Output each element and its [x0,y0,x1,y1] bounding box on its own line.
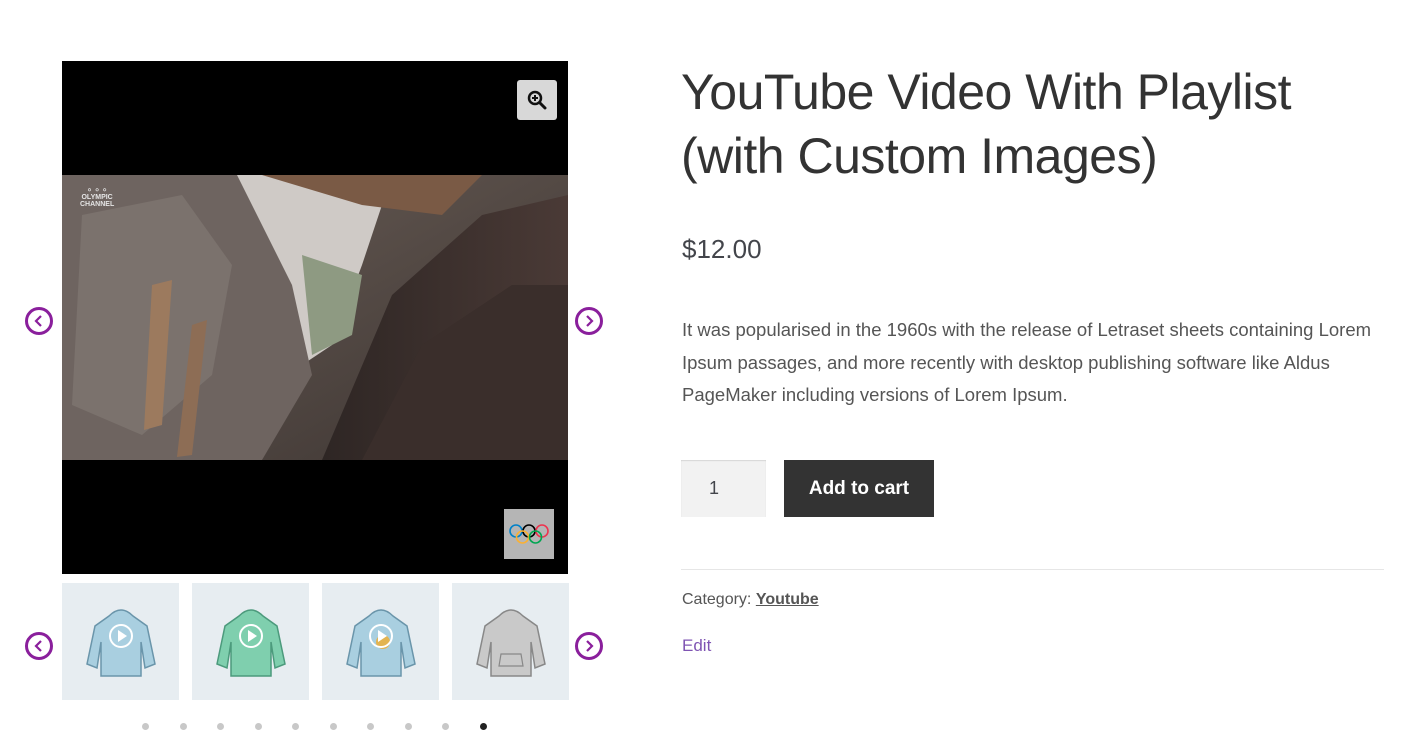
zoom-button[interactable] [517,80,557,120]
gallery-next-button[interactable] [575,307,603,335]
watermark-line-2: CHANNEL [80,201,115,208]
pagination-dot-8[interactable] [404,723,412,730]
olympic-rings-small-icon: ⚬⚬⚬ [85,185,109,195]
product-price: $12.00 [682,234,762,264]
pagination-dot-6[interactable] [329,723,337,730]
product-title: YouTube Video With Playlist (with Custom… [681,64,1292,184]
pagination-dot-3[interactable] [217,723,224,730]
channel-watermark: ⚬⚬⚬ OLYMPIC CHANNEL [80,185,115,209]
pagination-dot-10[interactable] [479,723,487,730]
video-frame[interactable]: ⚬⚬⚬ OLYMPIC CHANNEL [62,175,568,460]
watermark-line-1: OLYMPIC [81,194,113,201]
gallery-prev-button[interactable] [25,307,53,335]
video-channel-logo[interactable] [504,509,554,559]
pagination-dot-5[interactable] [292,723,299,730]
rock-canyon-scene [62,175,568,460]
pagination-dot-2[interactable] [179,723,187,730]
olympic-rings-icon [509,524,549,544]
pagination-dot-9[interactable] [442,723,449,730]
pagination-dot-7[interactable] [367,723,374,730]
thumbnail-2[interactable] [192,583,309,700]
quantity-input[interactable] [681,460,766,517]
thumbnails-next-button[interactable] [575,632,603,660]
edit-link[interactable]: Edit [682,636,711,656]
product-main-image[interactable]: ⚬⚬⚬ OLYMPIC CHANNEL [62,61,568,574]
meta-divider [681,569,1384,570]
magnifier-plus-icon [527,90,547,110]
thumbnails-prev-button[interactable] [25,632,53,660]
chevron-right-icon [586,640,594,652]
add-to-cart-button[interactable]: Add to cart [784,460,934,517]
product-meta: Category: Youtube [682,591,819,609]
thumbnail-strip [62,583,569,700]
category-label: Category: [682,591,752,608]
pagination-dot-4[interactable] [254,723,262,730]
thumbnail-3[interactable] [322,583,439,700]
thumbnail-1[interactable] [62,583,179,700]
chevron-left-icon [34,640,42,652]
product-description: It was popularised in the 1960s with the… [682,319,1372,405]
pagination-dot-1[interactable] [142,723,149,730]
thumbnail-4[interactable] [452,583,569,700]
hoodie-thumbnail-icon [475,608,546,677]
chevron-left-icon [34,315,42,327]
chevron-right-icon [586,315,594,327]
hoodie-thumbnail-icon [215,608,286,677]
category-link[interactable]: Youtube [756,591,819,608]
hoodie-thumbnail-icon [85,608,156,677]
hoodie-thumbnail-icon [345,608,416,677]
